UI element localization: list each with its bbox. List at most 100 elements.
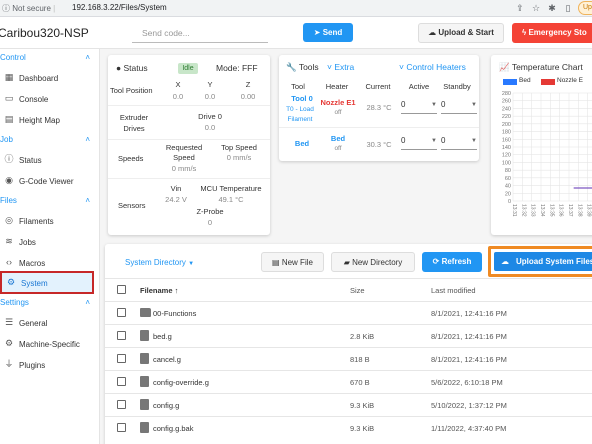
sidebar-item-height-map[interactable]: ▤ Height Map	[0, 110, 100, 130]
temperature-chart-header: 📈 Temperature Chart	[499, 62, 583, 73]
directory-label: System Directory	[125, 258, 186, 267]
size-column-header[interactable]: Size	[350, 286, 365, 295]
sidebar-icon[interactable]: ▯	[562, 2, 574, 14]
chart-y-tick-label: 20	[505, 191, 511, 197]
chart-y-tick-label: 180	[502, 130, 511, 136]
sidebar-item-system[interactable]: ⚙ System	[0, 271, 94, 294]
section-job[interactable]: Job ˄	[0, 135, 100, 149]
sidebar-item-status[interactable]: ⓘ Status	[0, 150, 100, 170]
system-directory-breadcrumb[interactable]: System Directory ▼	[125, 258, 194, 267]
new-directory-button[interactable]: ▰ New Directory	[331, 252, 415, 272]
select-all-checkbox[interactable]	[117, 285, 126, 294]
row-checkbox[interactable]	[117, 400, 126, 409]
sidebar-item-machine-specific[interactable]: ⚙ Machine-Specific	[0, 334, 100, 354]
gcode-input[interactable]: Send code...	[132, 23, 268, 43]
file-size: 2.8 KiB	[350, 332, 375, 341]
section-label: Control	[0, 53, 26, 62]
extra-menu[interactable]: ˅ Extra	[327, 62, 354, 72]
temperature-chart-title: Temperature Chart	[511, 62, 583, 72]
file-icon	[140, 330, 149, 341]
row-checkbox[interactable]	[117, 354, 126, 363]
share-icon[interactable]: ⇪	[514, 2, 526, 14]
table-row[interactable]: config-override.g 670 B 5/6/2022, 6:10:18 …	[105, 370, 592, 393]
tool-0-active-select[interactable]: 0 ▼	[401, 100, 437, 114]
emergency-stop-button[interactable]: ϟ Emergency Sto	[512, 23, 592, 43]
control-heaters-menu[interactable]: ˅ Control Heaters	[399, 62, 466, 72]
sidebar-item-gcode-viewer[interactable]: ◉ G-Code Viewer	[0, 171, 100, 191]
modified-column-header[interactable]: Last modified	[431, 286, 476, 295]
info-icon: ⓘ	[4, 154, 14, 164]
section-label: Settings	[0, 298, 29, 307]
tool-0-name[interactable]: Tool 0	[283, 94, 321, 103]
star-icon[interactable]: ☆	[530, 2, 542, 14]
sidebar-item-label: Macros	[19, 259, 46, 268]
file-icon	[140, 399, 149, 410]
axis-z-value: 0.00	[240, 92, 256, 101]
chart-y-tick-label: 260	[502, 99, 511, 105]
row-checkbox[interactable]	[117, 308, 126, 317]
send-button[interactable]: ➤ Send	[303, 23, 353, 42]
file-name: bed.g	[153, 332, 172, 341]
upload-start-button[interactable]: ☁ Upload & Start	[418, 23, 504, 43]
table-row[interactable]: cancel.g 818 B 8/1/2021, 12:41:16 PM	[105, 347, 592, 370]
upload-system-files-label: Upload System Files	[516, 257, 592, 266]
bed-heater[interactable]: Bed	[317, 134, 359, 143]
sidebar-item-plugins[interactable]: ⏚ Plugins	[0, 355, 100, 375]
table-row[interactable]: bed.g 2.8 KiB 8/1/2021, 12:41:16 PM	[105, 324, 592, 347]
row-checkbox[interactable]	[117, 331, 126, 340]
sidebar-item-general[interactable]: ☰ General	[0, 313, 100, 333]
sidebar-item-dashboard[interactable]: ▦ Dashboard	[0, 68, 100, 88]
chart-y-tick-label: 120	[502, 153, 511, 159]
section-settings[interactable]: Settings ˄	[0, 298, 100, 312]
bed-current: 30.3 °C	[366, 140, 392, 149]
mode-label: Mode: FFF	[216, 63, 258, 73]
wrench-icon: 🔧	[286, 62, 297, 72]
grid-icon: ▤	[4, 114, 14, 124]
extensions-icon[interactable]: ✱	[546, 2, 558, 14]
row-checkbox[interactable]	[117, 377, 126, 386]
flash-icon: ϟ	[522, 28, 527, 37]
refresh-button[interactable]: ⟳ Refresh	[422, 252, 482, 272]
table-row[interactable]: 00-Functions 8/1/2021, 12:41:16 PM	[105, 301, 592, 324]
info-icon: ⓘ	[2, 4, 10, 13]
row-checkbox[interactable]	[117, 423, 126, 432]
security-indicator[interactable]: ⓘ Not secure |	[2, 3, 55, 14]
sidebar-item-filaments[interactable]: ◎ Filaments	[0, 211, 100, 231]
bed-name[interactable]: Bed	[283, 139, 321, 148]
tools-title: Tools	[298, 62, 319, 72]
url-text[interactable]: 192.168.3.22/Files/System	[72, 3, 167, 12]
mcu-temperature-value: 49.1 °C	[218, 195, 244, 204]
profile-avatar[interactable]: Up	[578, 1, 592, 15]
new-file-button[interactable]: ▤ New File	[261, 252, 324, 272]
section-files[interactable]: Files ˄	[0, 196, 100, 210]
filename-column-header[interactable]: Filename ↑	[140, 286, 178, 295]
sidebar-item-jobs[interactable]: ≋ Jobs	[0, 232, 100, 252]
file-icon	[140, 422, 149, 433]
machine-title: Caribou320-NSP	[0, 26, 89, 40]
bed-heater-state: off	[334, 145, 342, 152]
chart-x-tick-label: 13:39	[586, 204, 592, 217]
code-icon: ‹›	[6, 257, 12, 267]
table-row[interactable]: config.g.bak 9.3 KiB 1/11/2022, 4:37:40 PM	[105, 416, 592, 439]
filament-icon: ◎	[5, 215, 13, 225]
app-bar: Caribou320-NSP Send code... ➤ Send ☁ Upl…	[0, 17, 592, 49]
refresh-label: Refresh	[441, 257, 472, 266]
sidebar-item-console[interactable]: ▭ Console	[0, 89, 100, 109]
sidebar-item-label: Machine-Specific	[19, 340, 80, 349]
zprobe-value: 0	[207, 218, 213, 227]
layers-icon: ≋	[5, 236, 13, 246]
file-modified: 8/1/2021, 12:41:16 PM	[431, 309, 507, 318]
sidebar-item-label: Dashboard	[19, 74, 59, 83]
file-size: 9.3 KiB	[350, 424, 375, 433]
upload-system-files-button[interactable]: ☁ Upload System Files	[494, 252, 592, 271]
table-row[interactable]: config.g 9.3 KiB 5/10/2022, 1:37:12 PM	[105, 393, 592, 416]
bed-active-select[interactable]: 0 ▼	[401, 136, 437, 150]
tool-0-load-filament[interactable]: T0 - Load Filament	[279, 105, 321, 125]
section-control[interactable]: Control ˄	[0, 53, 100, 67]
tool-0-heater[interactable]: Nozzle E1	[317, 98, 359, 107]
sidebar-item-macros[interactable]: ‹› Macros	[0, 253, 100, 273]
bed-standby-select[interactable]: 0 ▼	[441, 136, 477, 150]
tool-0-standby-select[interactable]: 0 ▼	[441, 100, 477, 114]
file-modified: 8/1/2021, 12:41:16 PM	[431, 355, 507, 364]
chevron-down-icon: ˅	[399, 62, 404, 72]
